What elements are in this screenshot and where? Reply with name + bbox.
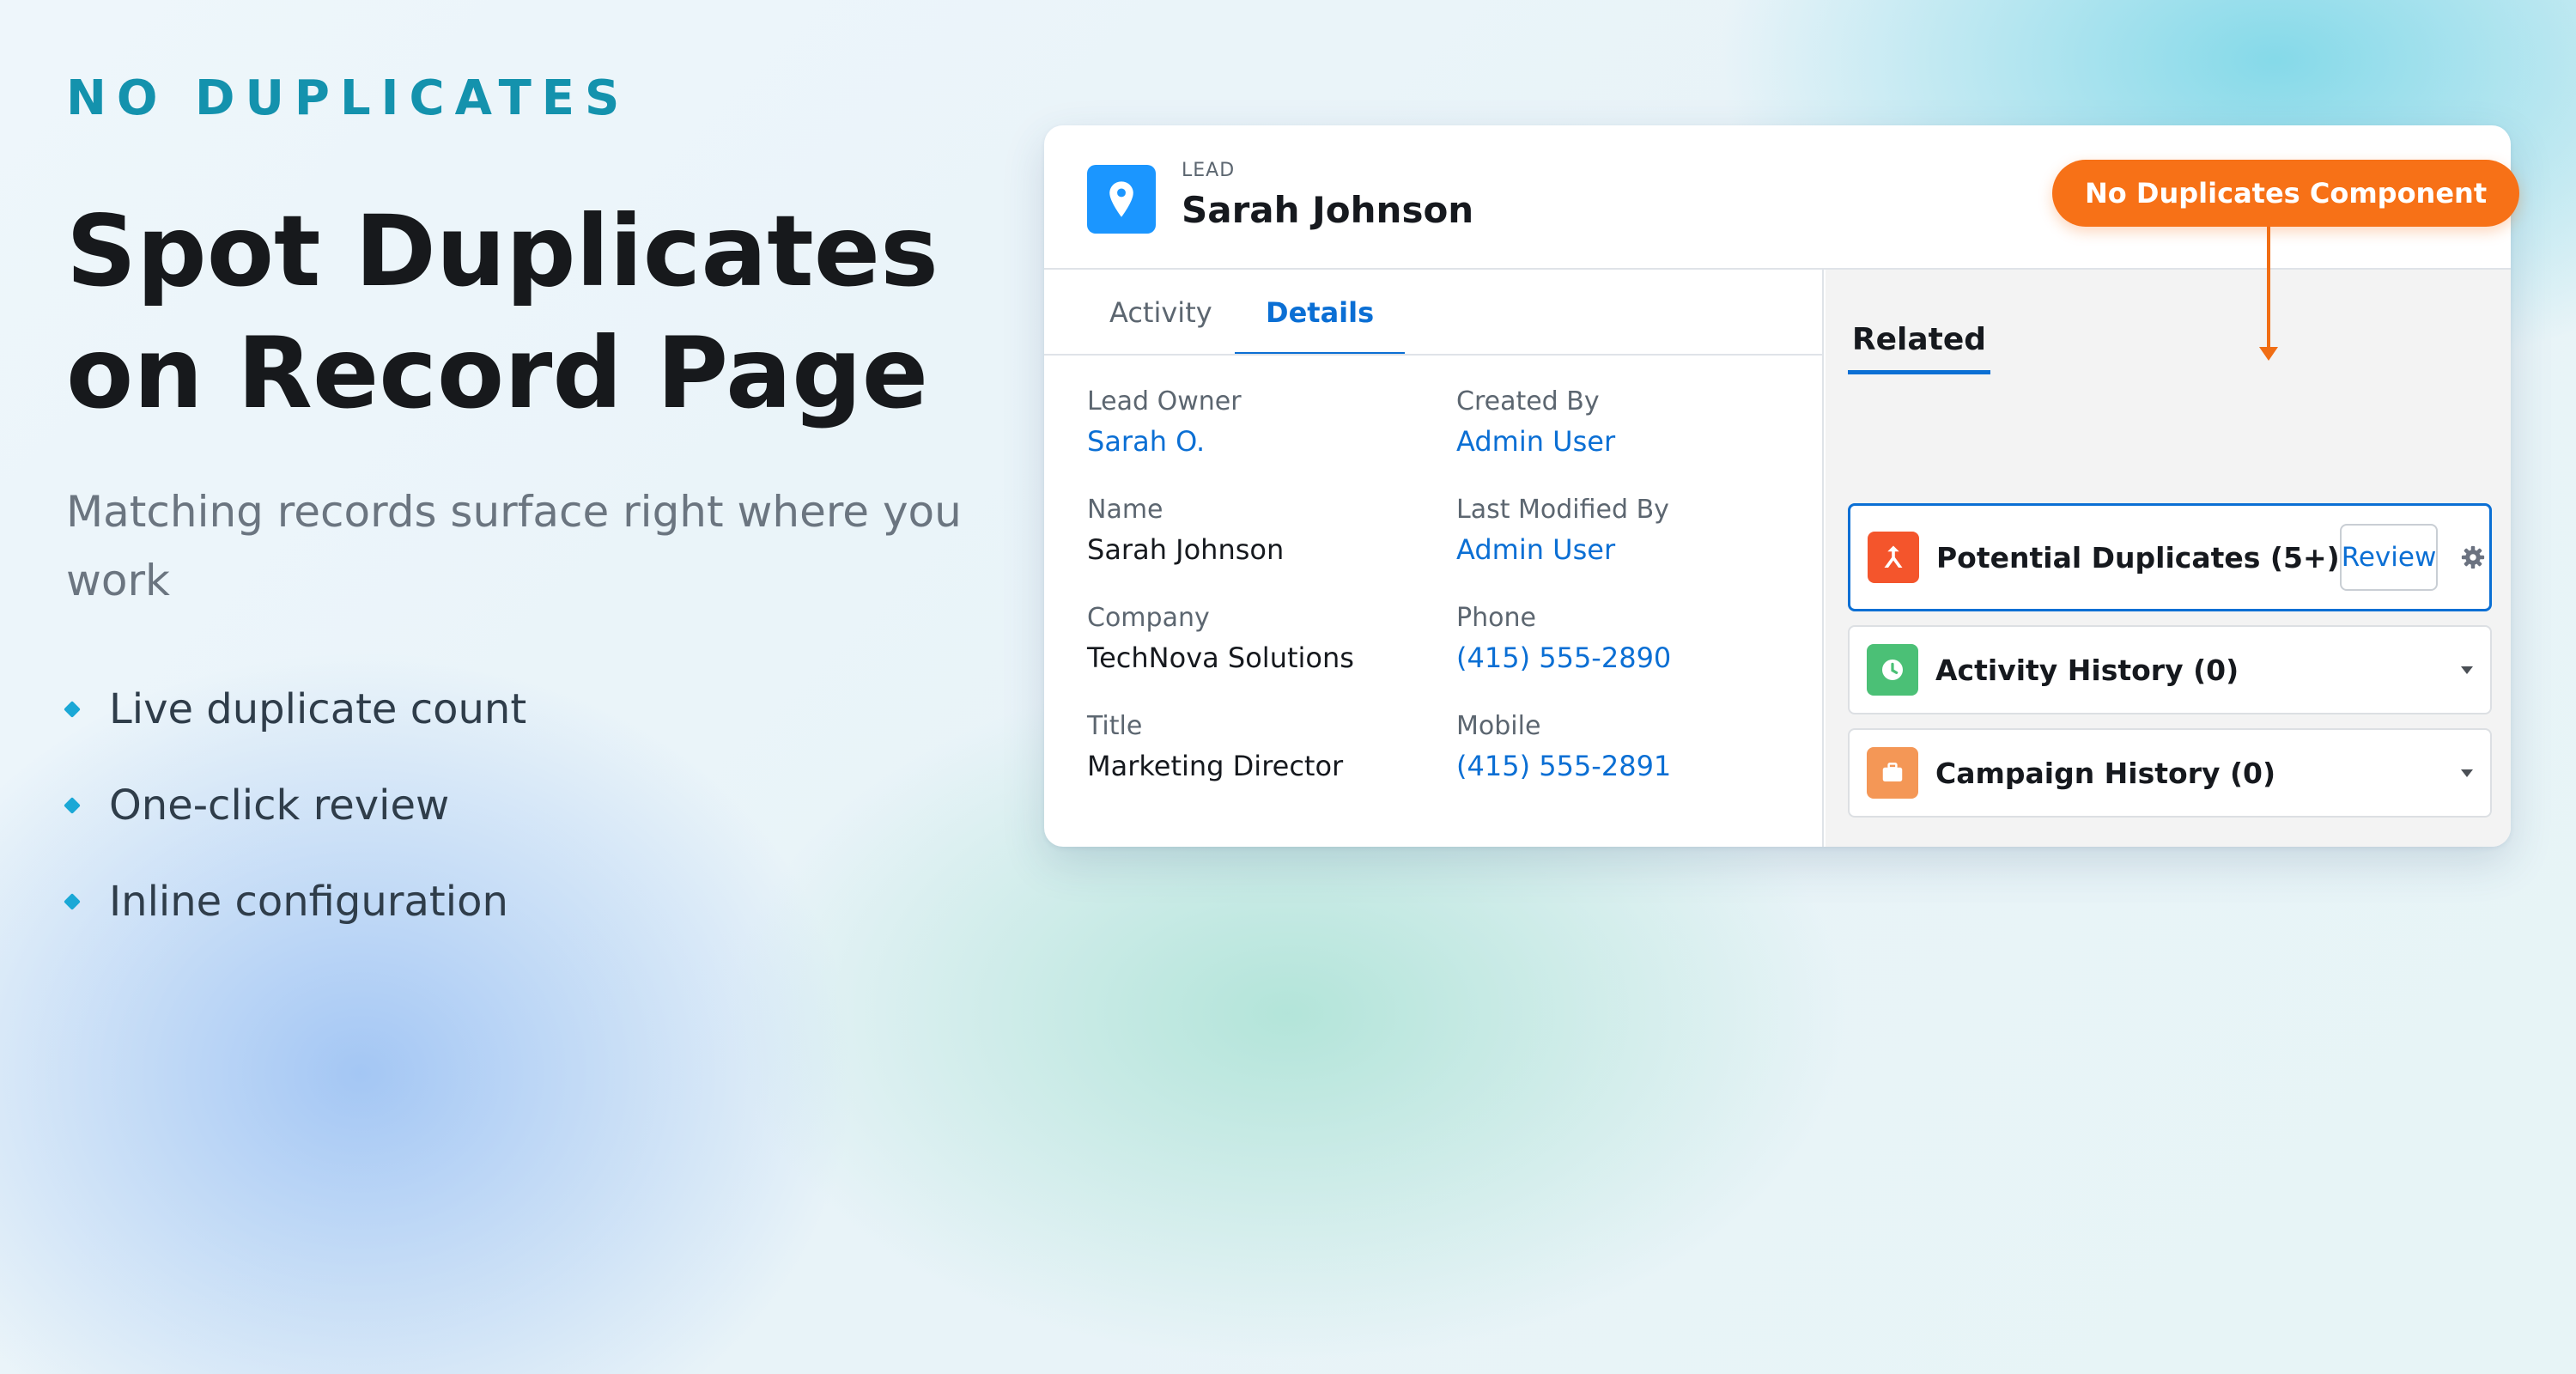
created-by-link[interactable]: Admin User [1456,419,1615,464]
review-button[interactable]: Review [2339,524,2439,591]
record-page-card: LEAD Sarah Johnson Activity Details Lead… [1044,125,2511,847]
field-title: Title Marketing Director [1087,709,1343,788]
tab-related[interactable]: Related [1848,304,1990,374]
field-label: Phone [1456,603,1536,633]
field-value: TechNova Solutions [1087,641,1354,674]
diamond-bullet-icon [64,797,81,814]
phone-link[interactable]: (415) 555-2890 [1456,635,1671,680]
field-value: Marketing Director [1087,750,1344,782]
merge-icon-glyph [1884,545,1903,568]
feature-item: One-click review [64,757,526,854]
feature-item-label: One-click review [109,781,450,830]
lead-owner-link[interactable]: Sarah O. [1087,419,1242,464]
clock-icon-glyph [1882,660,1903,680]
field-created-by: Created By Admin User [1456,385,1615,464]
field-label: Mobile [1456,711,1541,741]
field-label: Last Modified By [1456,495,1669,525]
potential-duplicates-title[interactable]: Potential Duplicates (5+) [1936,541,2340,575]
clock-icon [1867,644,1918,696]
component-callout-badge: No Duplicates Component [2052,160,2520,227]
feature-item-label: Live duplicate count [109,685,527,733]
eyebrow-label: NO DUPLICATES [66,70,630,126]
field-label: Company [1087,603,1210,633]
chevron-down-icon[interactable] [2458,663,2476,677]
details-pane: Activity Details Lead Owner Sarah O. Cre… [1044,270,1824,847]
field-label: Created By [1456,386,1600,416]
merge-icon [1868,532,1919,583]
page-subhead: Matching records surface right where you… [66,487,962,605]
related-pane: Related Potential Duplicates (5+) Review [1826,270,2511,847]
field-name: Name Sarah Johnson [1087,493,1284,572]
feature-list: Live duplicate count One-click review In… [64,661,527,950]
field-label: Name [1087,495,1163,525]
diamond-bullet-icon [64,701,81,718]
tab-activity[interactable]: Activity [1078,270,1243,356]
field-label: Title [1087,711,1143,741]
briefcase-icon [1867,747,1918,799]
field-company: Company TechNova Solutions [1087,601,1354,680]
campaign-history-card[interactable]: Campaign History (0) [1848,728,2492,818]
field-mobile: Mobile (415) 555-2891 [1456,709,1671,788]
field-label: Lead Owner [1087,386,1242,416]
campaign-history-title: Campaign History (0) [1935,756,2276,790]
map-pin-icon [1087,165,1156,234]
field-lead-owner: Lead Owner Sarah O. [1087,385,1242,464]
record-type-label: LEAD [1182,160,1236,181]
chevron-down-icon[interactable] [2458,766,2476,780]
tab-divider [1044,354,1822,356]
feature-item-label: Inline configuration [109,878,508,926]
mobile-link[interactable]: (415) 555-2891 [1456,744,1671,788]
feature-item: Live duplicate count [64,661,527,757]
record-title: Sarah Johnson [1182,189,1474,231]
activity-history-title: Activity History (0) [1935,653,2239,687]
diamond-bullet-icon [64,893,81,910]
field-last-modified-by: Last Modified By Admin User [1456,493,1669,572]
briefcase-icon-glyph [1882,763,1903,781]
tab-details[interactable]: Details [1235,270,1406,356]
activity-history-card[interactable]: Activity History (0) [1848,625,2492,714]
page-headline: Spot Duplicates on Record Page [66,194,939,430]
gear-icon[interactable] [2460,544,2486,570]
field-phone: Phone (415) 555-2890 [1456,601,1671,680]
last-modified-by-link[interactable]: Admin User [1456,527,1669,572]
potential-duplicates-card: Potential Duplicates (5+) Review [1848,503,2492,611]
gear-icon-glyph [2462,545,2485,569]
feature-item: Inline configuration [64,854,526,950]
field-value: Sarah Johnson [1087,533,1285,566]
chevron-down-icon-glyph [2461,666,2473,674]
chevron-down-icon-glyph [2461,769,2473,777]
map-pin-icon-glyph [1109,181,1133,217]
callout-arrow [2259,227,2278,361]
